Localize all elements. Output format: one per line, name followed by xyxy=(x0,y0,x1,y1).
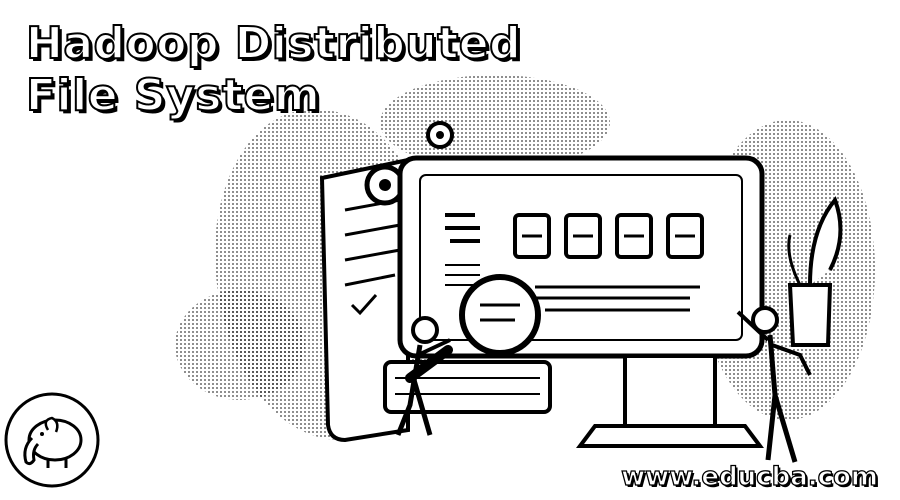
title-line-1: Hadoop Distributed xyxy=(25,17,522,70)
hadoop-elephant-icon xyxy=(4,392,100,488)
banner-title: Hadoop Distributed File System xyxy=(25,17,522,122)
website-url: www.educba.com xyxy=(621,461,879,492)
title-line-2: File System xyxy=(25,69,321,122)
plant-icon xyxy=(787,196,843,347)
banner: Hadoop Distributed File System www.educb… xyxy=(0,0,900,500)
